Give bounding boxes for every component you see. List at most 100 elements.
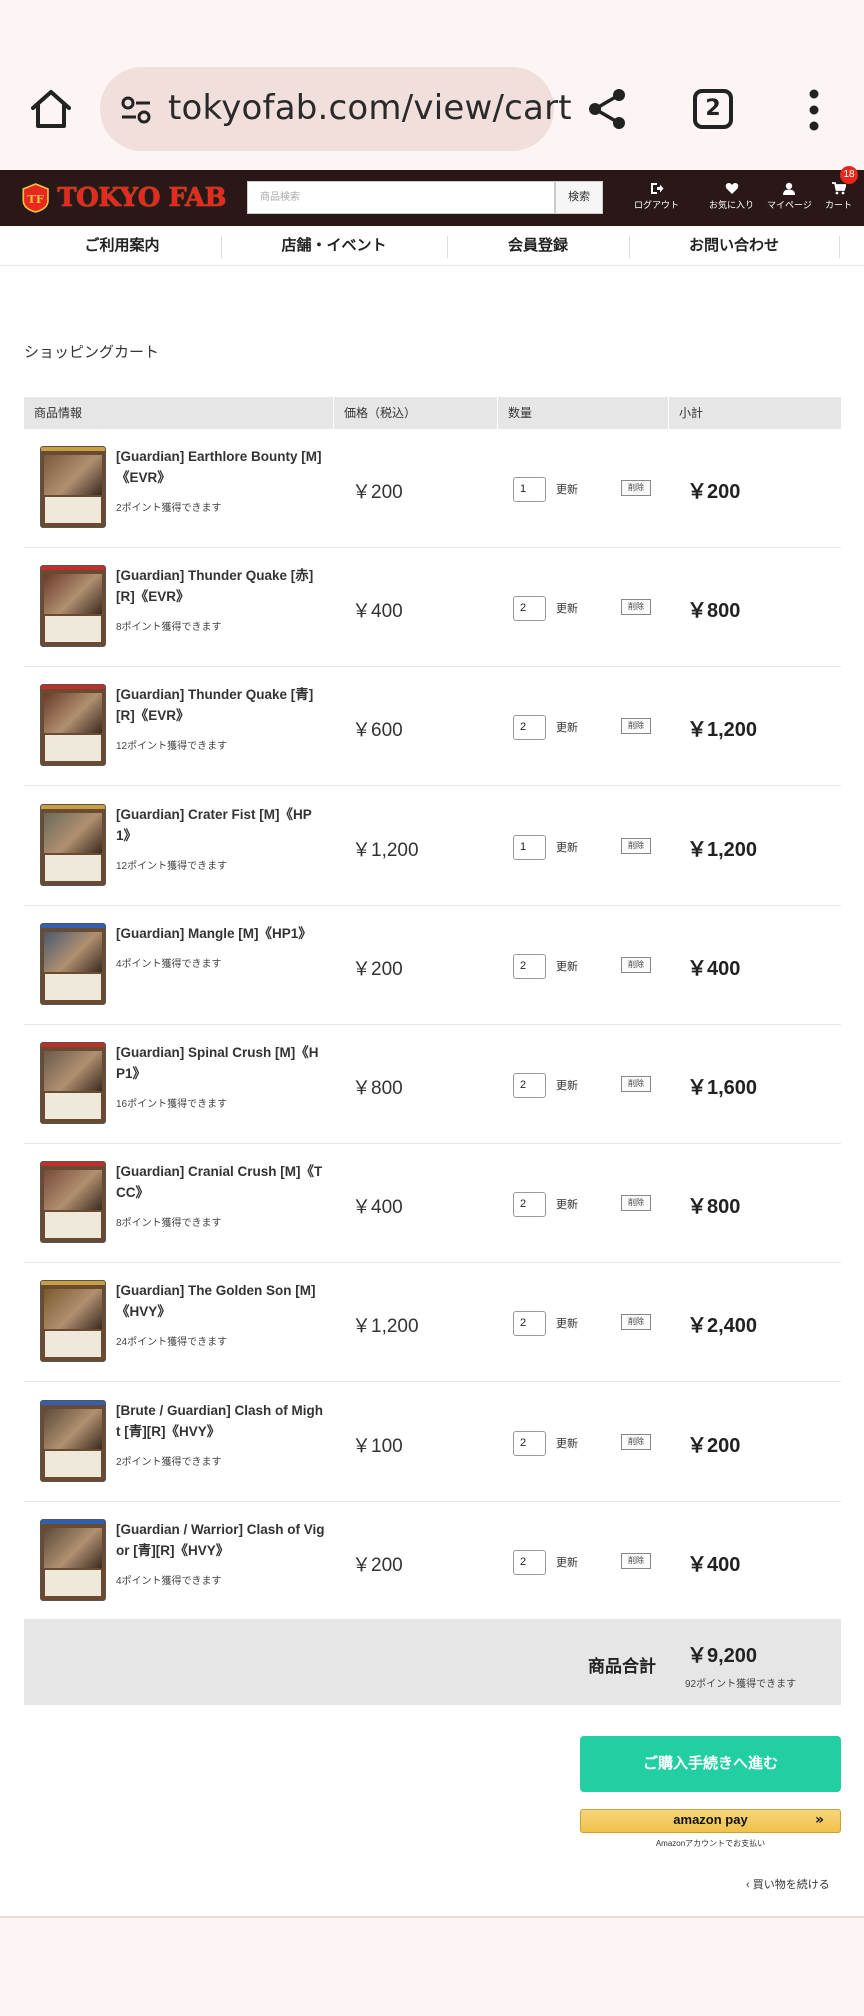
product-price: ￥400 bbox=[352, 1197, 403, 1219]
cart-count-badge: 18 bbox=[840, 166, 858, 184]
quantity-input[interactable]: 1 bbox=[513, 477, 546, 502]
quantity-input[interactable]: 2 bbox=[513, 715, 546, 741]
product-price: ￥1,200 bbox=[352, 839, 419, 861]
update-button[interactable]: 更新 bbox=[556, 600, 578, 616]
page-title: ショッピングカート bbox=[24, 344, 160, 361]
product-subtotal: ￥400 bbox=[687, 1553, 741, 1576]
nav-contact[interactable]: お問い合わせ bbox=[630, 226, 838, 266]
quantity-input[interactable]: 1 bbox=[513, 834, 546, 860]
update-button[interactable]: 更新 bbox=[556, 1554, 578, 1570]
cart-label: カート bbox=[825, 200, 853, 210]
product-name[interactable]: [Guardian] Cranial Crush [M]《TCC》 bbox=[116, 1161, 326, 1203]
product-name[interactable]: [Guardian] The Golden Son [M]《HVY》 bbox=[116, 1280, 326, 1322]
card-textbox bbox=[45, 616, 101, 643]
chevron-left-icon: ‹ bbox=[746, 1879, 753, 1891]
update-button[interactable]: 更新 bbox=[556, 958, 578, 974]
mypage-button[interactable]: マイページ bbox=[767, 182, 812, 211]
nav-guide[interactable]: ご利用案内 bbox=[24, 226, 220, 266]
cart-row: [Brute / Guardian] Clash of Might [青][R]… bbox=[24, 1383, 841, 1502]
share-icon[interactable] bbox=[584, 86, 630, 132]
favorites-button[interactable]: お気に入り bbox=[709, 182, 754, 211]
update-button[interactable]: 更新 bbox=[556, 1077, 578, 1093]
delete-button[interactable]: 削除 bbox=[621, 1076, 651, 1092]
product-thumbnail[interactable] bbox=[40, 1518, 106, 1601]
product-name[interactable]: [Guardian / Warrior] Clash of Vigor [青][… bbox=[116, 1519, 326, 1561]
amazon-pay-logo: amazon pay bbox=[673, 1812, 748, 1827]
delete-button[interactable]: 削除 bbox=[621, 599, 651, 616]
home-icon[interactable] bbox=[28, 86, 74, 132]
quantity-input[interactable]: 2 bbox=[513, 953, 546, 979]
logout-icon bbox=[650, 183, 663, 194]
pitch-strip bbox=[41, 1162, 105, 1167]
continue-shopping-link[interactable]: ‹ 買い物を続ける bbox=[746, 1876, 830, 1892]
product-price: ￥200 bbox=[352, 958, 403, 980]
update-button[interactable]: 更新 bbox=[556, 1435, 578, 1451]
url-text[interactable]: tokyofab.com/view/cart bbox=[168, 88, 572, 128]
update-button[interactable]: 更新 bbox=[556, 1315, 578, 1331]
update-button[interactable]: 更新 bbox=[556, 481, 578, 497]
site-settings-icon[interactable] bbox=[120, 95, 152, 125]
cart-total: 商品合計 ￥9,200 92ポイント獲得できます bbox=[24, 1619, 841, 1705]
more-options-icon[interactable] bbox=[800, 88, 828, 132]
product-thumbnail[interactable] bbox=[40, 684, 106, 767]
card-textbox bbox=[45, 1569, 101, 1596]
product-price: ￥1,200 bbox=[352, 1316, 419, 1338]
quantity-input[interactable]: 2 bbox=[513, 1430, 546, 1456]
product-thumbnail[interactable] bbox=[40, 922, 106, 1005]
product-points: 4ポイント獲得できます bbox=[116, 1575, 222, 1587]
logout-button[interactable]: ログアウト bbox=[634, 182, 679, 211]
mypage-label: マイページ bbox=[767, 200, 812, 210]
product-thumbnail[interactable] bbox=[40, 1042, 106, 1124]
cart-row: [Guardian] Spinal Crush [M]《HP1》 16ポイント獲… bbox=[24, 1025, 841, 1144]
product-subtotal: ￥1,600 bbox=[687, 1077, 758, 1099]
update-button[interactable]: 更新 bbox=[556, 839, 578, 855]
checkout-button[interactable]: ご購入手続きへ進む bbox=[580, 1736, 841, 1792]
total-label: 商品合計 bbox=[588, 1657, 656, 1676]
cart-icon bbox=[831, 182, 846, 195]
quantity-input[interactable]: 2 bbox=[513, 1192, 546, 1218]
product-name[interactable]: [Guardian] Earthlore Bounty [M]《EVR》 bbox=[116, 446, 326, 488]
delete-button[interactable]: 削除 bbox=[621, 1552, 651, 1569]
delete-button[interactable]: 削除 bbox=[621, 837, 651, 854]
delete-button[interactable]: 削除 bbox=[621, 1314, 651, 1331]
cart-table-header: 商品情報 価格（税込） 数量 小計 bbox=[24, 397, 841, 429]
nav-stores-events[interactable]: 店舗・イベント bbox=[222, 226, 446, 266]
product-thumbnail[interactable] bbox=[40, 1399, 106, 1482]
product-thumbnail[interactable] bbox=[40, 1161, 106, 1244]
update-button[interactable]: 更新 bbox=[556, 719, 578, 735]
card-art bbox=[44, 1289, 102, 1330]
product-price: ￥200 bbox=[352, 1554, 403, 1576]
delete-button[interactable]: 削除 bbox=[621, 718, 651, 735]
product-points: 12ポイント獲得できます bbox=[116, 741, 228, 753]
site-logo[interactable]: TF TOKYO FAB bbox=[20, 178, 226, 218]
delete-button[interactable]: 削除 bbox=[621, 1195, 651, 1212]
product-thumbnail[interactable] bbox=[40, 803, 106, 886]
cart-button[interactable]: カート bbox=[825, 182, 852, 211]
card-textbox bbox=[45, 497, 101, 523]
cart-row: [Guardian] Crater Fist [M]《HP1》 12ポイント獲得… bbox=[24, 787, 841, 906]
product-name[interactable]: [Guardian] Thunder Quake [青][R]《EVR》 bbox=[116, 684, 326, 726]
search-button[interactable]: 検索 bbox=[555, 181, 603, 214]
delete-button[interactable]: 削除 bbox=[621, 956, 651, 973]
quantity-input[interactable]: 2 bbox=[513, 1549, 546, 1575]
tab-switcher-button[interactable]: 2 bbox=[693, 89, 733, 129]
product-name[interactable]: [Guardian] Spinal Crush [M]《HP1》 bbox=[116, 1042, 326, 1084]
search-input[interactable]: 商品検索 bbox=[247, 181, 555, 214]
product-name[interactable]: [Guardian] Mangle [M]《HP1》 bbox=[116, 923, 326, 944]
card-art bbox=[44, 931, 102, 972]
update-button[interactable]: 更新 bbox=[556, 1196, 578, 1212]
product-name[interactable]: [Brute / Guardian] Clash of Might [青][R]… bbox=[116, 1400, 326, 1442]
quantity-input[interactable]: 2 bbox=[513, 596, 546, 622]
nav-register[interactable]: 会員登録 bbox=[448, 226, 628, 266]
product-name[interactable]: [Guardian] Crater Fist [M]《HP1》 bbox=[116, 804, 326, 846]
delete-button[interactable]: 削除 bbox=[621, 1433, 651, 1450]
site-header: TF TOKYO FAB 商品検索 検索 ログアウト お気に入り マイページ カ… bbox=[0, 170, 864, 226]
amazon-pay-button[interactable]: amazon pay » bbox=[580, 1809, 841, 1833]
product-thumbnail[interactable] bbox=[40, 1280, 106, 1363]
product-name[interactable]: [Guardian] Thunder Quake [赤][R]《EVR》 bbox=[116, 565, 326, 607]
product-thumbnail[interactable] bbox=[40, 446, 106, 528]
quantity-input[interactable]: 2 bbox=[513, 1073, 546, 1098]
quantity-input[interactable]: 2 bbox=[513, 1311, 546, 1337]
delete-button[interactable]: 削除 bbox=[621, 480, 651, 496]
product-thumbnail[interactable] bbox=[40, 565, 106, 648]
